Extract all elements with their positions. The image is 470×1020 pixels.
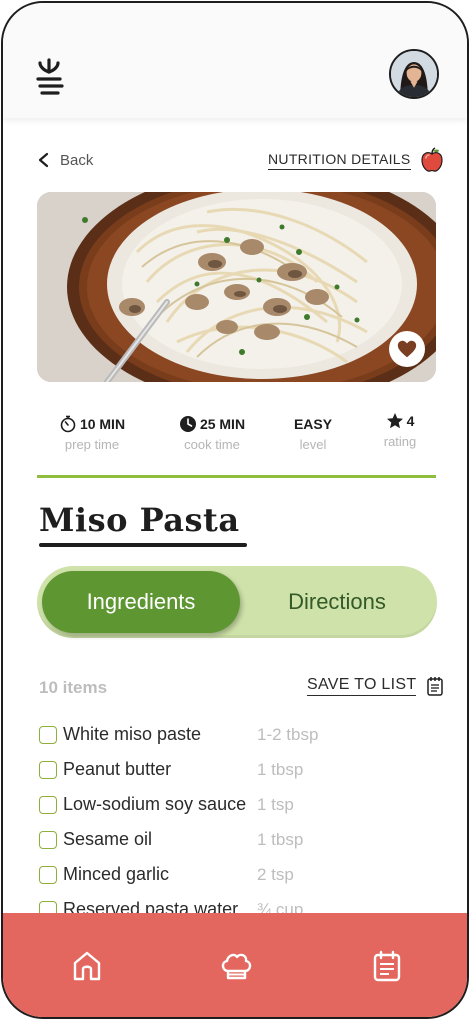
ingredient-qty: 2 tsp: [257, 864, 294, 884]
phone-frame: Back NUTRITION DETAILS 10 MIN prep time …: [1, 1, 469, 1019]
app-header: [3, 3, 467, 118]
stat-rating: 4 rating: [373, 413, 427, 449]
title-underline: [39, 543, 247, 547]
list-item: Sesame oil 1 tbsp: [39, 822, 439, 857]
favorite-button[interactable]: [389, 331, 425, 367]
stat-rating-label: rating: [383, 434, 417, 449]
ingredient-name: Low-sodium soy sauce: [63, 794, 247, 814]
stat-prep-label: prep time: [64, 437, 120, 452]
list-item: Low-sodium soy sauce 1 tsp: [39, 787, 439, 822]
ingredient-checkbox[interactable]: [39, 865, 57, 884]
recipe-stats: 10 MIN prep time 25 MIN cook time EASY l…: [37, 413, 436, 461]
ingredient-checkbox[interactable]: [39, 725, 57, 744]
apple-icon: [420, 147, 443, 172]
recipe-title: Miso Pasta: [39, 501, 240, 539]
ingredient-count: 10 items: [39, 678, 108, 697]
ingredient-name: Minced garlic: [63, 864, 170, 884]
ingredient-qty: 1 tbsp: [257, 829, 304, 849]
ingredient-qty: 1 tbsp: [257, 759, 304, 779]
pasta-photo: [37, 192, 436, 382]
list-item: Minced garlic 2 tsp: [39, 857, 439, 892]
ingredient-qty: 1 tsp: [257, 794, 294, 814]
calendar-icon[interactable]: [371, 949, 403, 983]
ingredient-name: White miso paste: [63, 724, 202, 744]
stat-cook: 25 MIN cook time: [157, 413, 267, 452]
list-item: Peanut butter 1 tbsp: [39, 752, 439, 787]
notepad-icon: [427, 677, 444, 696]
save-to-list-button[interactable]: SAVE TO LIST: [307, 676, 444, 696]
back-label: Back: [60, 151, 94, 169]
heart-icon: [397, 340, 417, 358]
stat-level-label: level: [299, 437, 327, 452]
ingredient-checkbox[interactable]: [39, 830, 57, 849]
chef-hat-icon[interactable]: [219, 949, 253, 983]
stat-cook-value: 25 MIN: [199, 416, 246, 432]
bottom-nav-bar: [3, 913, 467, 1017]
recipe-tabs: Ingredients Directions: [37, 566, 437, 638]
stat-cook-label: cook time: [184, 437, 240, 452]
ingredient-qty: 1-2 tbsp: [257, 724, 319, 744]
clock-icon: [179, 416, 196, 432]
nutrition-details-link[interactable]: NUTRITION DETAILS: [268, 147, 444, 173]
tab-ingredients[interactable]: Ingredients: [42, 571, 240, 633]
tab-directions[interactable]: Directions: [242, 566, 432, 638]
section-divider: [37, 475, 436, 478]
nutrition-details-label: NUTRITION DETAILS: [268, 151, 411, 170]
sprout-menu-icon[interactable]: [33, 58, 65, 98]
back-button[interactable]: Back: [37, 149, 93, 171]
stat-rating-value: 4: [406, 413, 415, 429]
ingredient-checkbox[interactable]: [39, 795, 57, 814]
star-icon: [386, 413, 403, 429]
save-to-list-label: SAVE TO LIST: [307, 676, 417, 696]
ingredient-name: Sesame oil: [63, 829, 153, 849]
ingredient-name: Peanut butter: [63, 759, 172, 779]
stat-prep-value: 10 MIN: [79, 416, 126, 432]
user-avatar[interactable]: [389, 49, 439, 99]
stat-prep: 10 MIN prep time: [37, 413, 147, 452]
stat-level: EASY level: [281, 413, 345, 452]
stat-level-value: EASY: [293, 416, 333, 432]
list-item: White miso paste 1-2 tbsp: [39, 717, 439, 752]
recipe-hero-image: [37, 192, 436, 382]
chevron-left-icon: [38, 152, 49, 168]
ingredient-checkbox[interactable]: [39, 760, 57, 779]
ingredient-list: White miso paste 1-2 tbsp Peanut butter …: [39, 717, 439, 927]
home-icon[interactable]: [71, 949, 103, 983]
stopwatch-icon: [60, 415, 76, 433]
